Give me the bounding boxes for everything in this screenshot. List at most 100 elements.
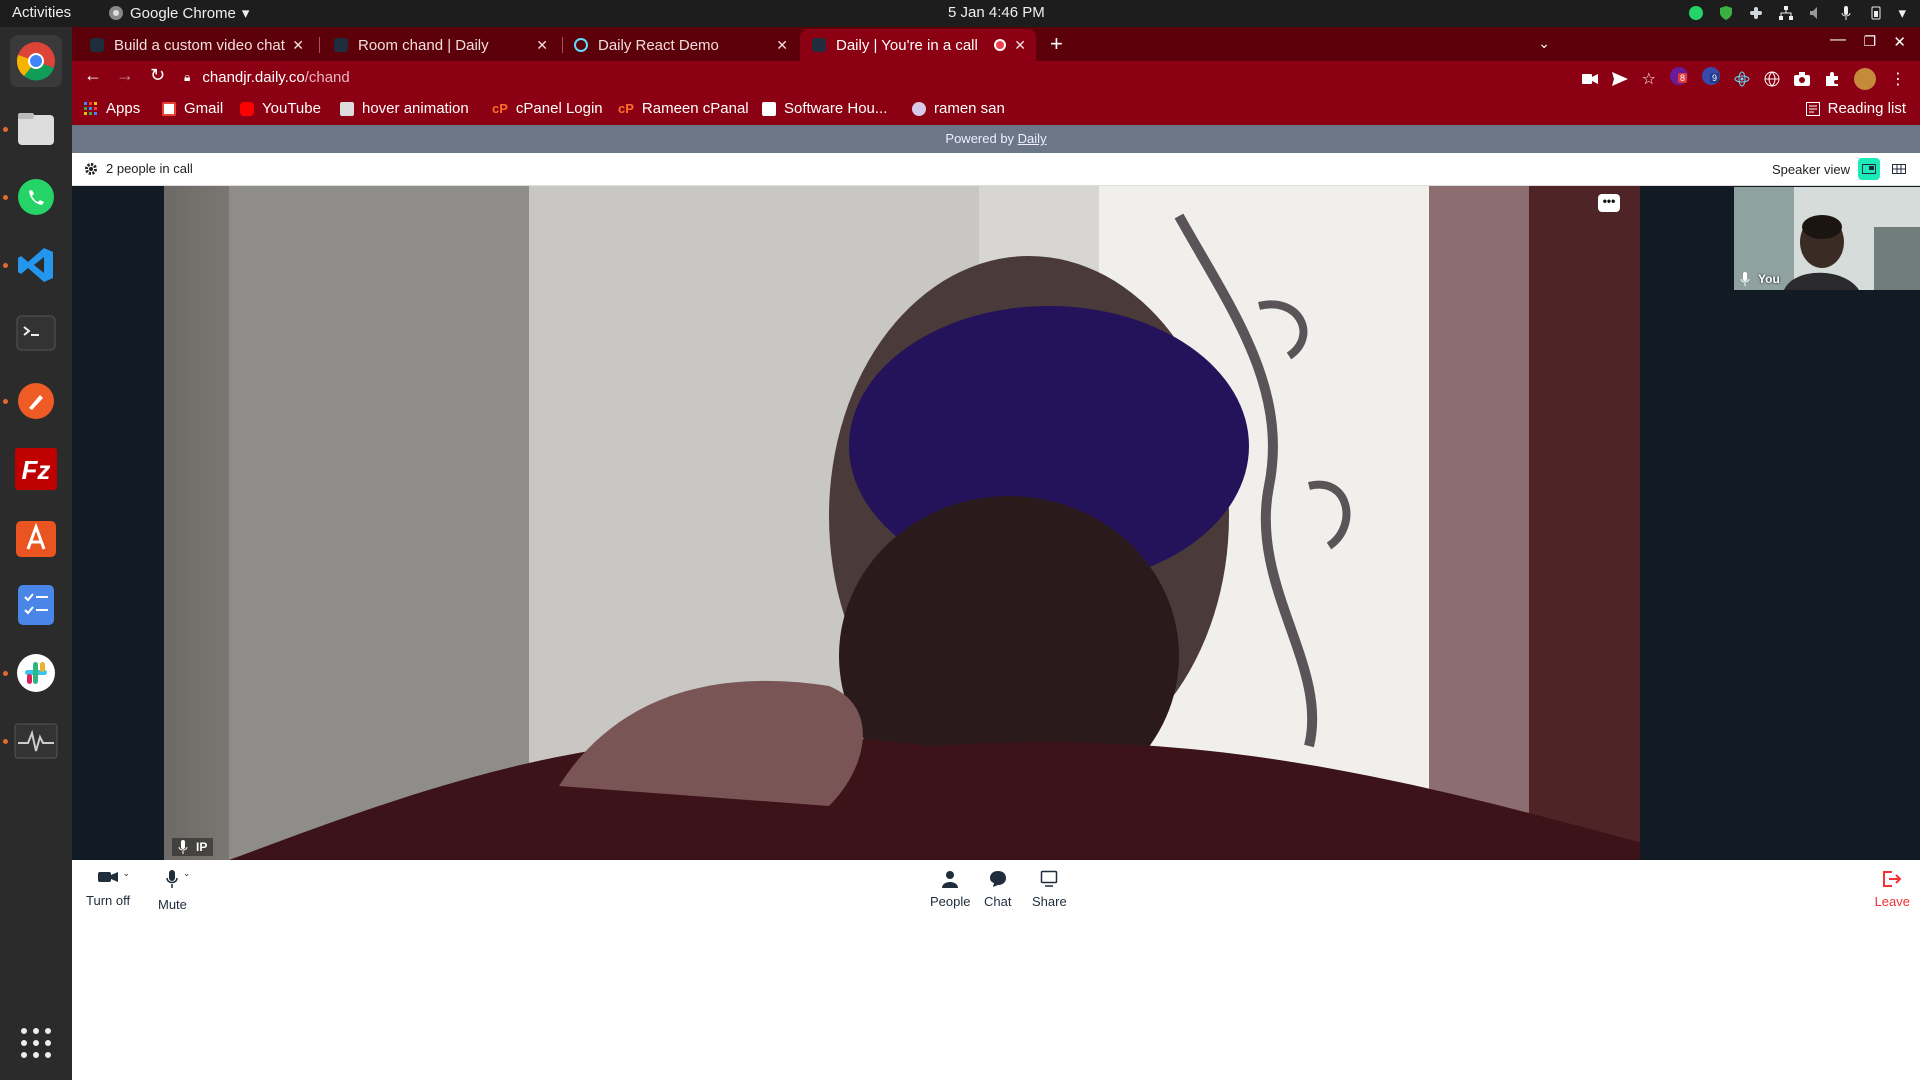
tab-search-icon[interactable]: ⌄ bbox=[1538, 35, 1550, 52]
more-options-button[interactable]: ••• bbox=[1598, 194, 1620, 212]
tab-title: Room chand | Daily bbox=[358, 36, 489, 54]
bookmark-star-icon[interactable]: ☆ bbox=[1642, 69, 1656, 89]
dock-filezilla[interactable]: Fz bbox=[10, 443, 62, 495]
tab-room-chand[interactable]: Room chand | Daily ✕ bbox=[322, 29, 558, 61]
powered-by-link[interactable]: Daily bbox=[1018, 131, 1047, 146]
slack-tray-icon[interactable] bbox=[1748, 5, 1764, 21]
react-favicon bbox=[574, 38, 588, 52]
whatsapp-tray-icon[interactable] bbox=[1688, 5, 1704, 21]
tab-title: Build a custom video chat bbox=[114, 36, 285, 54]
bookmark-hover-animation[interactable]: hover animation bbox=[340, 100, 469, 117]
files-icon bbox=[18, 113, 54, 145]
close-icon[interactable]: ✕ bbox=[776, 37, 788, 54]
camera-toggle-button[interactable]: ⌄ Turn off bbox=[86, 868, 130, 908]
volume-icon[interactable] bbox=[1808, 5, 1824, 21]
bookmark-youtube[interactable]: YouTube bbox=[240, 100, 321, 117]
activities-button[interactable]: Activities bbox=[12, 4, 71, 21]
extensions-area: ☆ 8 9 ⋮ bbox=[1581, 67, 1906, 90]
dock-todo[interactable] bbox=[10, 579, 62, 631]
extension-1-icon[interactable]: 8 bbox=[1670, 67, 1688, 90]
mute-button[interactable]: ⌄ Mute bbox=[158, 868, 190, 912]
chrome-menu-icon[interactable]: ⋮ bbox=[1890, 69, 1906, 89]
send-tab-icon[interactable] bbox=[1611, 71, 1628, 86]
clock[interactable]: 5 Jan 4:46 PM bbox=[948, 4, 1045, 21]
todo-icon bbox=[18, 585, 54, 625]
call-controls: ⌄ Turn off ⌄ Mute People Chat Share Leav… bbox=[72, 860, 1920, 914]
dock-software[interactable] bbox=[10, 511, 62, 563]
speaker-view-button[interactable] bbox=[1858, 158, 1880, 180]
dock-terminal[interactable] bbox=[10, 307, 62, 359]
bookmark-apps[interactable]: Apps bbox=[84, 100, 140, 117]
video-stage: ••• IP bbox=[72, 186, 1920, 860]
bookmark-rameen-cpanal[interactable]: cP Rameen cPanal bbox=[618, 100, 749, 117]
chevron-down-icon[interactable]: ⌄ bbox=[183, 868, 191, 879]
chat-button[interactable]: Chat bbox=[984, 870, 1011, 909]
window-close-icon[interactable]: ✕ bbox=[1893, 33, 1906, 51]
share-button[interactable]: Share bbox=[1032, 870, 1067, 909]
dock-chrome[interactable] bbox=[10, 35, 62, 87]
terminal-icon bbox=[16, 315, 56, 351]
dock-files[interactable] bbox=[10, 103, 62, 155]
microphone-tray-icon[interactable] bbox=[1838, 5, 1854, 21]
dock-whatsapp[interactable] bbox=[10, 171, 62, 223]
bookmark-gmail[interactable]: Gmail bbox=[162, 100, 223, 117]
tab-daily-react-demo[interactable]: Daily React Demo ✕ bbox=[562, 29, 798, 61]
extensions-puzzle-icon[interactable] bbox=[1824, 71, 1840, 87]
people-button[interactable]: People bbox=[930, 870, 970, 909]
close-icon[interactable]: ✕ bbox=[536, 37, 548, 54]
restore-icon[interactable]: ❐ bbox=[1863, 33, 1876, 50]
reload-icon[interactable]: ↻ bbox=[150, 65, 165, 86]
extension-badge: 9 bbox=[1710, 73, 1720, 83]
main-video-tile[interactable]: ••• IP bbox=[164, 186, 1640, 860]
bookmark-cpanel-login[interactable]: cP cPanel Login bbox=[492, 100, 603, 117]
close-icon[interactable]: ✕ bbox=[292, 37, 304, 54]
recording-indicator-icon bbox=[994, 39, 1006, 51]
power-icon[interactable] bbox=[1868, 5, 1884, 21]
system-top-bar: Activities Google Chrome ▾ 5 Jan 4:46 PM… bbox=[0, 0, 1920, 27]
chevron-down-icon[interactable]: ⌄ bbox=[122, 868, 130, 879]
screenshot-icon[interactable] bbox=[1794, 71, 1810, 86]
mute-label: Mute bbox=[158, 897, 187, 912]
gear-icon[interactable] bbox=[84, 162, 98, 176]
profile-avatar[interactable] bbox=[1854, 67, 1876, 90]
new-tab-button[interactable]: + bbox=[1050, 31, 1063, 57]
network-icon[interactable] bbox=[1778, 5, 1794, 21]
leave-button[interactable]: Leave bbox=[1875, 870, 1910, 909]
bookmark-software-house[interactable]: Software Hou... bbox=[762, 100, 887, 117]
running-indicator bbox=[3, 127, 8, 132]
self-label: You bbox=[1740, 272, 1780, 286]
extension-2-icon[interactable]: 9 bbox=[1702, 67, 1720, 90]
close-icon[interactable]: ✕ bbox=[1014, 37, 1026, 54]
dock-vscode[interactable] bbox=[10, 239, 62, 291]
tab-build-video-chat[interactable]: Build a custom video chat ✕ bbox=[78, 29, 314, 61]
globe-icon[interactable] bbox=[1764, 71, 1780, 87]
app-menu[interactable]: Google Chrome ▾ bbox=[108, 4, 249, 22]
share-label: Share bbox=[1032, 894, 1067, 909]
lock-icon[interactable]: 🔒︎ bbox=[184, 70, 190, 85]
call-header: 2 people in call Speaker view bbox=[72, 153, 1920, 186]
chat-icon bbox=[989, 871, 1006, 887]
bookmark-label: ramen san bbox=[934, 100, 1005, 117]
tab-daily-in-call[interactable]: Daily | You're in a call ✕ bbox=[800, 29, 1036, 61]
chrome-toolbar: ← → ↻ 🔒︎ chandjr.daily.co/chand ☆ 8 9 ⋮ bbox=[72, 61, 1920, 93]
react-devtools-icon[interactable] bbox=[1734, 71, 1750, 87]
show-applications-button[interactable] bbox=[10, 1017, 62, 1069]
grid-view-button[interactable] bbox=[1888, 158, 1910, 180]
self-video-tile[interactable]: You bbox=[1734, 187, 1920, 290]
camera-in-use-icon[interactable] bbox=[1581, 72, 1598, 86]
forward-icon[interactable]: → bbox=[116, 65, 134, 86]
people-count[interactable]: 2 people in call bbox=[84, 161, 193, 176]
shield-tray-icon[interactable] bbox=[1718, 5, 1734, 21]
address-bar[interactable]: 🔒︎ chandjr.daily.co/chand bbox=[184, 63, 1624, 91]
reading-list-button[interactable]: Reading list bbox=[1805, 100, 1906, 117]
system-tray[interactable]: ▾ bbox=[1688, 4, 1906, 22]
dock-slack[interactable] bbox=[10, 647, 62, 699]
mic-icon-wrap: ⌄ bbox=[166, 868, 190, 891]
chevron-down-icon[interactable]: ▾ bbox=[1898, 4, 1906, 22]
minimize-icon[interactable]: — bbox=[1830, 31, 1846, 49]
dock-postman[interactable] bbox=[10, 375, 62, 427]
microphone-icon bbox=[166, 870, 179, 888]
bookmark-ramen-san[interactable]: ramen san bbox=[912, 100, 1005, 117]
dock-monitor[interactable] bbox=[10, 715, 62, 767]
back-icon[interactable]: ← bbox=[84, 65, 102, 86]
